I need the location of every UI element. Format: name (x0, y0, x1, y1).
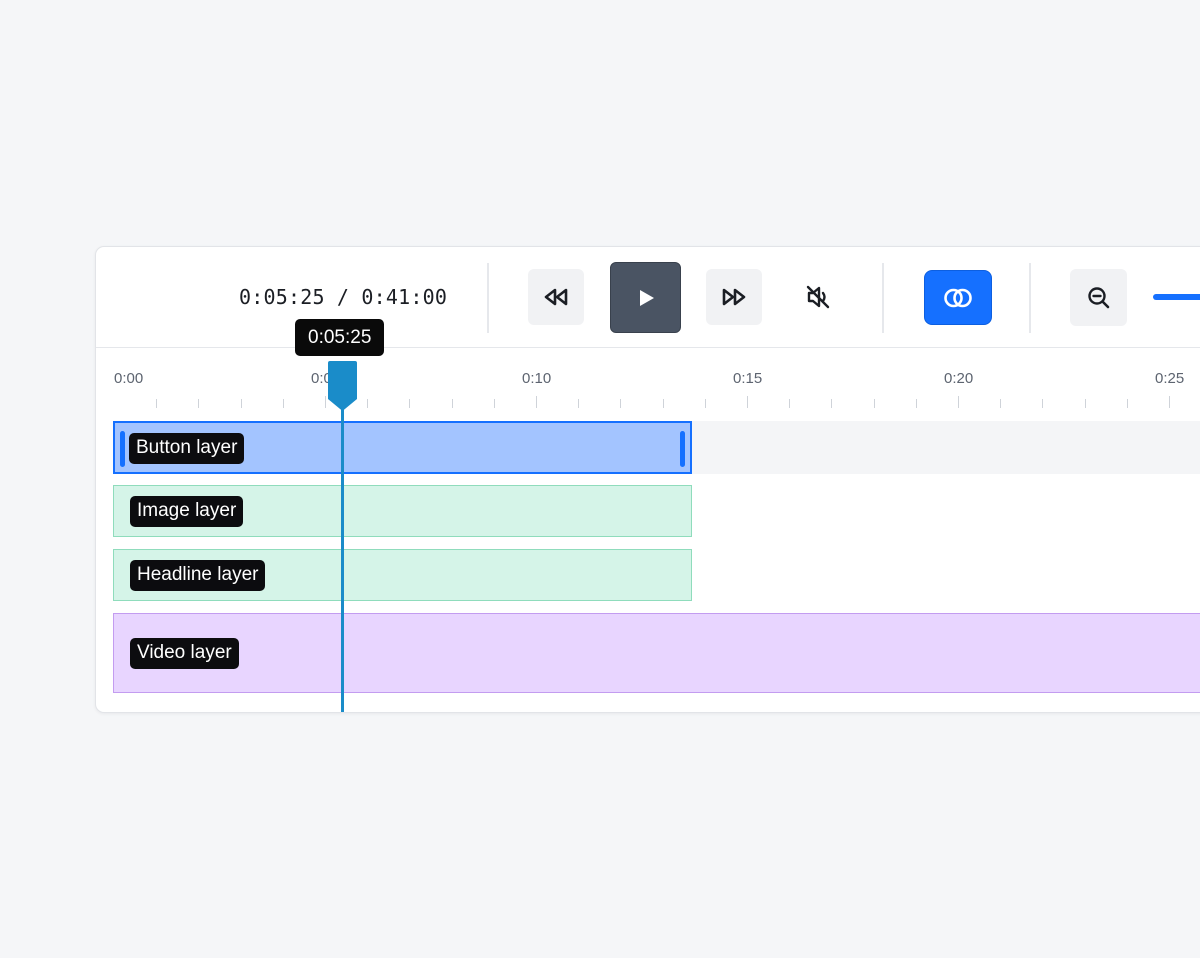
layer-clip[interactable]: Button layer (113, 421, 692, 474)
layer-clip[interactable]: Headline layer (113, 549, 692, 601)
timecode-display: 0:05:25 / 0:41:00 (239, 285, 448, 309)
volume-mute-icon (806, 285, 830, 309)
ruler-major-tick (747, 396, 748, 408)
ruler-minor-tick (1042, 399, 1043, 408)
ruler-major-tick (325, 396, 326, 408)
ruler-major-tick (536, 396, 537, 408)
ruler-major-tick (958, 396, 959, 408)
ruler-tick-label: 0:15 (733, 370, 763, 387)
timeline-panel: 0:05:25 / 0:41:00 0:00 0:05 0:10 0:15 0:… (95, 246, 1200, 713)
clip-trim-handle-start[interactable] (120, 431, 125, 467)
play-icon (639, 289, 654, 306)
ruler-minor-tick (578, 399, 579, 408)
layer-label: Button layer (129, 433, 245, 464)
ruler-minor-tick (283, 399, 284, 408)
fast-forward-button[interactable] (706, 269, 762, 325)
timeline-toolbar: 0:05:25 / 0:41:00 (96, 247, 1200, 348)
toolbar-divider (487, 263, 489, 333)
layer-clip[interactable]: Video layer (113, 613, 1200, 693)
blend-toggle-button[interactable] (924, 270, 992, 325)
playhead-line[interactable] (341, 392, 344, 712)
ruler-minor-tick (409, 399, 410, 408)
playhead-handle[interactable] (328, 361, 357, 411)
playhead-time-tooltip: 0:05:25 (295, 319, 385, 356)
mute-button[interactable] (790, 269, 846, 325)
clip-trim-handle-end[interactable] (680, 431, 685, 467)
overlap-circles-icon (944, 288, 972, 307)
ruler-tick-label: 0:00 (114, 370, 144, 387)
play-button[interactable] (610, 262, 681, 333)
ruler-tick-label: 0:25 (1155, 370, 1185, 387)
rewind-icon (544, 288, 568, 306)
ruler-minor-tick (831, 399, 832, 408)
ruler-minor-tick (789, 399, 790, 408)
layer-clip[interactable]: Image layer (113, 485, 692, 537)
ruler-minor-tick (1085, 399, 1086, 408)
ruler-tick-label: 0:20 (944, 370, 974, 387)
ruler-minor-tick (705, 399, 706, 408)
ruler-minor-tick (156, 399, 157, 408)
zoom-slider[interactable] (1153, 294, 1200, 300)
ruler-major-tick (1169, 396, 1170, 408)
ruler-minor-tick (874, 399, 875, 408)
zoom-out-button[interactable] (1070, 269, 1127, 326)
ruler-minor-tick (1000, 399, 1001, 408)
rewind-button[interactable] (528, 269, 584, 325)
layer-label: Headline layer (130, 560, 266, 591)
ruler-minor-tick (367, 399, 368, 408)
toolbar-divider (1029, 263, 1031, 333)
toolbar-divider (882, 263, 884, 333)
ruler-minor-tick (1127, 399, 1128, 408)
ruler-minor-tick (241, 399, 242, 408)
layer-label: Image layer (130, 496, 244, 527)
ruler-minor-tick (494, 399, 495, 408)
ruler-minor-tick (452, 399, 453, 408)
ruler-minor-tick (620, 399, 621, 408)
layer-label: Video layer (130, 638, 239, 669)
fast-forward-icon (722, 288, 746, 306)
ruler-minor-tick (663, 399, 664, 408)
ruler-minor-tick (198, 399, 199, 408)
ruler-minor-tick (916, 399, 917, 408)
time-ruler[interactable]: 0:00 0:05 0:10 0:15 0:20 0:25 (96, 347, 1200, 417)
zoom-out-icon (1087, 286, 1109, 308)
ruler-tick-label: 0:10 (522, 370, 552, 387)
